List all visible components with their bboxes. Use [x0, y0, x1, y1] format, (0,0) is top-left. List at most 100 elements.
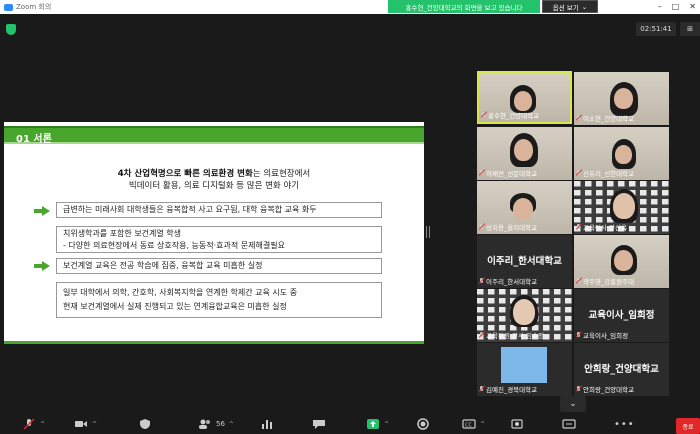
participant-tile[interactable]: 허채연_선문대학교	[477, 127, 572, 180]
shield-icon	[140, 419, 150, 429]
chat-icon	[313, 420, 325, 429]
mic-muted-icon	[576, 115, 581, 121]
view-options-label: 옵션 보기	[552, 3, 579, 12]
security-button[interactable]	[138, 417, 152, 431]
arrow-right-icon	[34, 206, 50, 216]
slide-box-4-line2: 현재 보건계열에서 실제 진행되고 있는 연계융합교육은 미흡한 실정	[63, 302, 287, 311]
participant-display-name: 안희랑_건양대학교	[584, 364, 659, 375]
slide-box-2-line2: - 다양한 의료현장에서 동료 상호작용, 능동적·효과적 문제해결필요	[63, 241, 285, 250]
participant-tile[interactable]: 신유리_신한대학교	[574, 127, 669, 180]
security-shield-icon[interactable]	[6, 24, 16, 35]
window-controls: – □ ✕	[658, 2, 696, 11]
more-dots-icon: •••	[614, 418, 635, 430]
gallery-scroll-down-button[interactable]: ⌄	[560, 396, 586, 412]
mic-muted-icon	[576, 332, 581, 338]
participant-tile[interactable]: 이소현_건양대학교	[574, 72, 669, 125]
arrow-right-icon	[34, 261, 50, 271]
reaction-icon	[511, 419, 523, 429]
slide-box-2: 치위생학과를 포함한 보건계열 학생 - 다양한 의료현장에서 동료 상호작용,…	[56, 226, 382, 253]
chat-button[interactable]	[312, 417, 326, 431]
share-screen-button[interactable]: ^	[366, 417, 389, 431]
sharing-banner: 홍수현_건양대학교의 화면을 보고 있습니다	[388, 0, 540, 13]
meeting-toolbar: ^ ^ 56 ^ ^ CC ^ •••	[0, 414, 700, 434]
svg-text:CC: CC	[465, 423, 472, 429]
participant-name: 김예진_경북대학교	[479, 384, 537, 394]
participants-icon	[199, 419, 210, 429]
participant-name: 안희랑_건양대학교	[576, 384, 634, 394]
close-icon[interactable]: ✕	[689, 2, 696, 11]
participant-name: 허채연_선문대학교	[479, 168, 537, 178]
more-button[interactable]: •••	[614, 417, 635, 431]
participant-name: 교육위원 간사 임수정	[479, 330, 544, 340]
participant-name: 교육이사_임희정	[576, 330, 628, 340]
participants-button[interactable]: 56 ^	[198, 417, 234, 431]
view-button[interactable]: ⊞	[680, 22, 700, 36]
maximize-icon[interactable]: □	[672, 2, 680, 11]
minimize-icon[interactable]: –	[658, 2, 662, 11]
leave-button[interactable]: 종료	[676, 418, 700, 434]
mic-muted-icon	[481, 112, 486, 118]
slide-section-title: 01 서론	[16, 134, 52, 145]
mic-muted-icon	[479, 170, 484, 176]
reactions-button[interactable]	[510, 417, 524, 431]
caret-up-icon[interactable]: ^	[480, 421, 485, 428]
participant-name: 홍수현_건양대학교	[481, 110, 539, 120]
slide-box-3: 보건계열 교육은 전공 학습에 집중, 융복합 교육 미흡한 실정	[56, 258, 382, 274]
slide-intro-rest: 는 의료현장에서	[252, 169, 311, 179]
participant-display-name: 이주리_한서대학교	[487, 256, 562, 267]
participant-name: 성치용_을지대학교	[479, 222, 537, 232]
slide-intro-bold: 4차 산업혁명으로 빠른 의료환경 변화	[117, 169, 253, 179]
participant-tile[interactable]: 교육이사 장선옥	[574, 181, 669, 234]
grid-icon: ⊞	[687, 25, 693, 33]
mute-button[interactable]: ^	[22, 417, 45, 431]
participant-tile[interactable]: 김예진_경북대학교	[477, 343, 572, 396]
participant-name: 이소현_건양대학교	[576, 113, 634, 123]
mic-muted-icon	[576, 224, 581, 230]
video-camera-icon	[75, 421, 87, 427]
mic-muted-icon	[479, 224, 484, 230]
video-button[interactable]: ^	[74, 417, 97, 431]
polls-button[interactable]	[260, 417, 274, 431]
bar-chart-icon	[262, 420, 272, 429]
participant-tile[interactable]: 곽주영_강릉원주대	[574, 235, 669, 288]
chevron-down-icon: ⌄	[569, 399, 577, 409]
shared-slide: 01 서론 4차 산업혁명으로 빠른 의료환경 변화는 의료현장에서 빅데이터 …	[4, 122, 424, 344]
apps-button[interactable]	[562, 417, 576, 431]
record-button[interactable]	[416, 417, 430, 431]
mic-muted-icon	[576, 278, 581, 284]
caret-up-icon[interactable]: ^	[40, 421, 45, 428]
participant-tile[interactable]: 이주리_한서대학교 이주리_한서대학교	[477, 235, 572, 288]
slide-box-2-line1: 치위생학과를 포함한 보건계열 학생	[63, 229, 182, 238]
window-title: Zoom 회의	[16, 3, 52, 11]
caret-up-icon[interactable]: ^	[384, 421, 389, 428]
mic-muted-icon	[479, 332, 484, 338]
participant-name: 교육이사 장선옥	[576, 222, 627, 232]
slide-box-1: 급변하는 미래사회 대학생들은 융복합적 사고 요구됨, 대학 융복합 교육 화…	[56, 202, 382, 218]
mic-muted-icon	[23, 418, 35, 430]
participant-tile[interactable]: 홍수현_건양대학교	[477, 71, 572, 124]
view-options-button[interactable]: 옵션 보기 ⌄	[542, 0, 598, 13]
split-view-handle[interactable]	[426, 226, 430, 238]
slide-intro-line2: 빅데이터 활용, 의료 디지털화 등 많은 변화 야기	[128, 181, 300, 191]
caret-up-icon[interactable]: ^	[92, 421, 97, 428]
participant-display-name: 교육이사_임희정	[588, 310, 655, 321]
participant-name: 신유리_신한대학교	[576, 168, 634, 178]
meeting-timer: 02:51:41	[636, 22, 676, 36]
slide-box-4-line1: 일부 대학에서 의학, 간호학, 사회복지학을 연계한 학제간 교육 시도 중	[63, 288, 298, 297]
participant-tile[interactable]: 성치용_을지대학교	[477, 181, 572, 234]
closed-caption-button[interactable]: CC ^	[462, 417, 485, 431]
slide-box-4: 일부 대학에서 의학, 간호학, 사회복지학을 연계한 학제간 교육 시도 중 …	[56, 282, 382, 318]
mic-muted-icon	[576, 386, 581, 392]
closed-caption-icon: CC	[462, 419, 476, 429]
record-icon	[417, 418, 429, 430]
chevron-down-icon: ⌄	[581, 2, 588, 11]
participant-tile[interactable]: 안희랑_건양대학교 안희랑_건양대학교	[574, 343, 669, 396]
participant-name: 이주리_한서대학교	[479, 276, 537, 286]
participants-count: 56	[216, 420, 225, 428]
caret-up-icon[interactable]: ^	[229, 421, 234, 428]
participant-tile[interactable]: 교육위원 간사 임수정	[477, 289, 572, 342]
mic-muted-icon	[479, 386, 484, 392]
participant-tile[interactable]: 교육이사_임희정 교육이사_임희정	[574, 289, 669, 342]
slide-intro-line1: 4차 산업혁명으로 빠른 의료환경 변화는 의료현장에서	[4, 168, 424, 180]
participant-name: 곽주영_강릉원주대	[576, 276, 634, 286]
